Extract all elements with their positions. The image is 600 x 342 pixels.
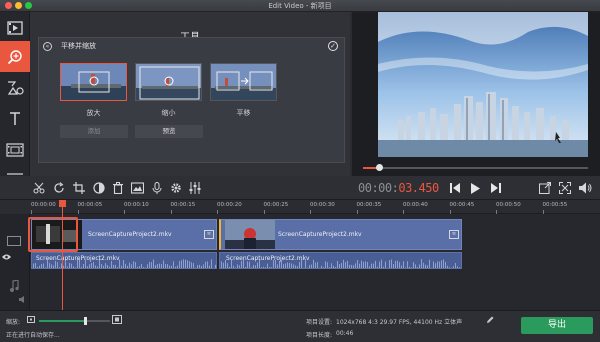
add-button[interactable]: 添加 <box>60 125 128 138</box>
gear-icon[interactable] <box>169 181 183 195</box>
zoom-in-preset[interactable] <box>60 63 127 101</box>
pan-zoom-title: 平移并缩放 <box>61 42 96 50</box>
timeline-tick-label: 00:00:40 <box>403 202 428 208</box>
sidebar-item-titles[interactable] <box>0 103 30 134</box>
project-length-label: 项目长度: <box>306 332 333 339</box>
rotate-icon[interactable] <box>52 181 66 195</box>
zoom-out-label: 缩小 <box>161 109 176 117</box>
autosave-status: 正在进行自动保存... <box>6 332 60 339</box>
text-icon <box>10 111 20 125</box>
zoom-label: 缩放: <box>6 319 21 326</box>
clip-name: ScreenCaptureProject2.mkv <box>278 231 362 238</box>
playback-progress-knob[interactable] <box>375 164 383 171</box>
clip-thumbnail <box>225 220 275 249</box>
shapes-icon <box>7 80 24 95</box>
zoom-in-thumbnail <box>61 64 126 100</box>
play-icon[interactable] <box>468 181 482 195</box>
audio-clip-name: ScreenCaptureProject2.mkv <box>226 255 310 262</box>
video-preview[interactable] <box>378 12 588 157</box>
video-track-icon <box>7 236 21 246</box>
sidebar-item-shapes[interactable] <box>0 72 30 103</box>
filmstrip-icon <box>6 142 24 157</box>
timeline-tick-label: 00:00:10 <box>124 202 149 208</box>
trash-icon[interactable] <box>111 181 125 195</box>
clip-name: ScreenCaptureProject2.mkv <box>88 231 172 238</box>
sidebar-item-media[interactable] <box>0 12 30 43</box>
project-length-value: 00:46 <box>336 330 354 337</box>
music-note-icon <box>10 280 19 292</box>
playback-progress-track[interactable] <box>363 167 588 169</box>
clip-settings-icon[interactable]: ≡ <box>449 230 459 239</box>
next-frame-icon[interactable] <box>488 181 502 195</box>
zoom-out-icon[interactable] <box>27 316 35 323</box>
clip-settings-icon[interactable]: ≡ <box>204 230 214 239</box>
timeline-tick-label: 00:00:15 <box>170 202 196 208</box>
snapshot-icon[interactable] <box>538 181 552 195</box>
timeline-tick-label: 00:00:35 <box>356 202 382 208</box>
zoom-effect-marker[interactable] <box>28 217 78 252</box>
preview-frame <box>378 12 588 157</box>
timeline-tick-label: 00:00:45 <box>449 202 475 208</box>
equalizer-icon[interactable] <box>188 181 202 195</box>
bottom-bar <box>0 310 600 342</box>
playhead[interactable] <box>62 206 63 310</box>
microphone-icon[interactable] <box>150 181 164 195</box>
pan-zoom-panel: « 平移并缩放 ✓ 放大 缩小 平移 添加 预览 <box>38 37 345 163</box>
timeline-tick-label: 00:00:20 <box>217 202 242 208</box>
sidebar-item-transitions[interactable] <box>0 134 30 165</box>
film-icon <box>7 20 23 35</box>
color-adjust-icon[interactable] <box>92 181 106 195</box>
timecode-value: 03.450 <box>398 181 439 195</box>
zoom-slider-fill <box>39 320 86 322</box>
timecode: 00:00:03.450 <box>358 181 439 195</box>
window-title: Edit Video - 新项目 <box>268 2 332 10</box>
project-settings-label: 项目设置: <box>306 319 333 326</box>
pencil-icon[interactable] <box>486 316 494 324</box>
previous-frame-icon[interactable] <box>448 181 462 195</box>
pan-thumbnail <box>211 64 276 100</box>
confirm-button[interactable]: ✓ <box>328 41 338 51</box>
edit-toolbar <box>0 176 600 200</box>
eye-icon[interactable] <box>2 254 11 260</box>
volume-icon[interactable] <box>578 181 592 195</box>
timeline-tick-label: 00:00:00 <box>31 202 56 208</box>
preview-button[interactable]: 预览 <box>135 125 203 138</box>
image-icon[interactable] <box>130 181 144 195</box>
timeline-tick-label: 00:00:50 <box>496 202 521 208</box>
project-settings-value: 1024x768 4:3 29.97 FPS, 44100 Hz 立体声 <box>336 319 463 326</box>
zoom-in-label: 放大 <box>86 109 101 117</box>
sidebar-item-pan-zoom[interactable] <box>0 41 30 72</box>
zoom-in-icon[interactable] <box>112 315 122 324</box>
timeline-tick-label: 00:00:55 <box>542 202 568 208</box>
pan-preset[interactable] <box>210 63 277 101</box>
crop-icon[interactable] <box>72 181 86 195</box>
fullscreen-icon[interactable] <box>558 181 572 195</box>
pan-zoom-header: « 平移并缩放 ✓ <box>39 38 344 54</box>
timecode-prefix: 00:00: <box>358 181 399 195</box>
zoom-slider-knob[interactable] <box>84 317 88 325</box>
zoom-out-preset[interactable] <box>135 63 202 101</box>
audio-clip-name: ScreenCaptureProject2.mkv <box>36 255 120 262</box>
timeline-tick-label: 00:00:25 <box>263 202 289 208</box>
timeline-tick-label: 00:00:05 <box>77 202 103 208</box>
zoom-plus-icon <box>7 49 22 64</box>
cut-icon[interactable] <box>32 181 46 195</box>
track-headers <box>0 214 30 310</box>
audio-volume-icon[interactable] <box>19 296 28 303</box>
pan-label: 平移 <box>236 109 251 117</box>
timeline-tick-label: 00:00:30 <box>310 202 335 208</box>
back-button[interactable]: « <box>43 42 52 51</box>
zoom-out-thumbnail <box>136 64 201 100</box>
export-button[interactable]: 导出 <box>521 317 593 334</box>
